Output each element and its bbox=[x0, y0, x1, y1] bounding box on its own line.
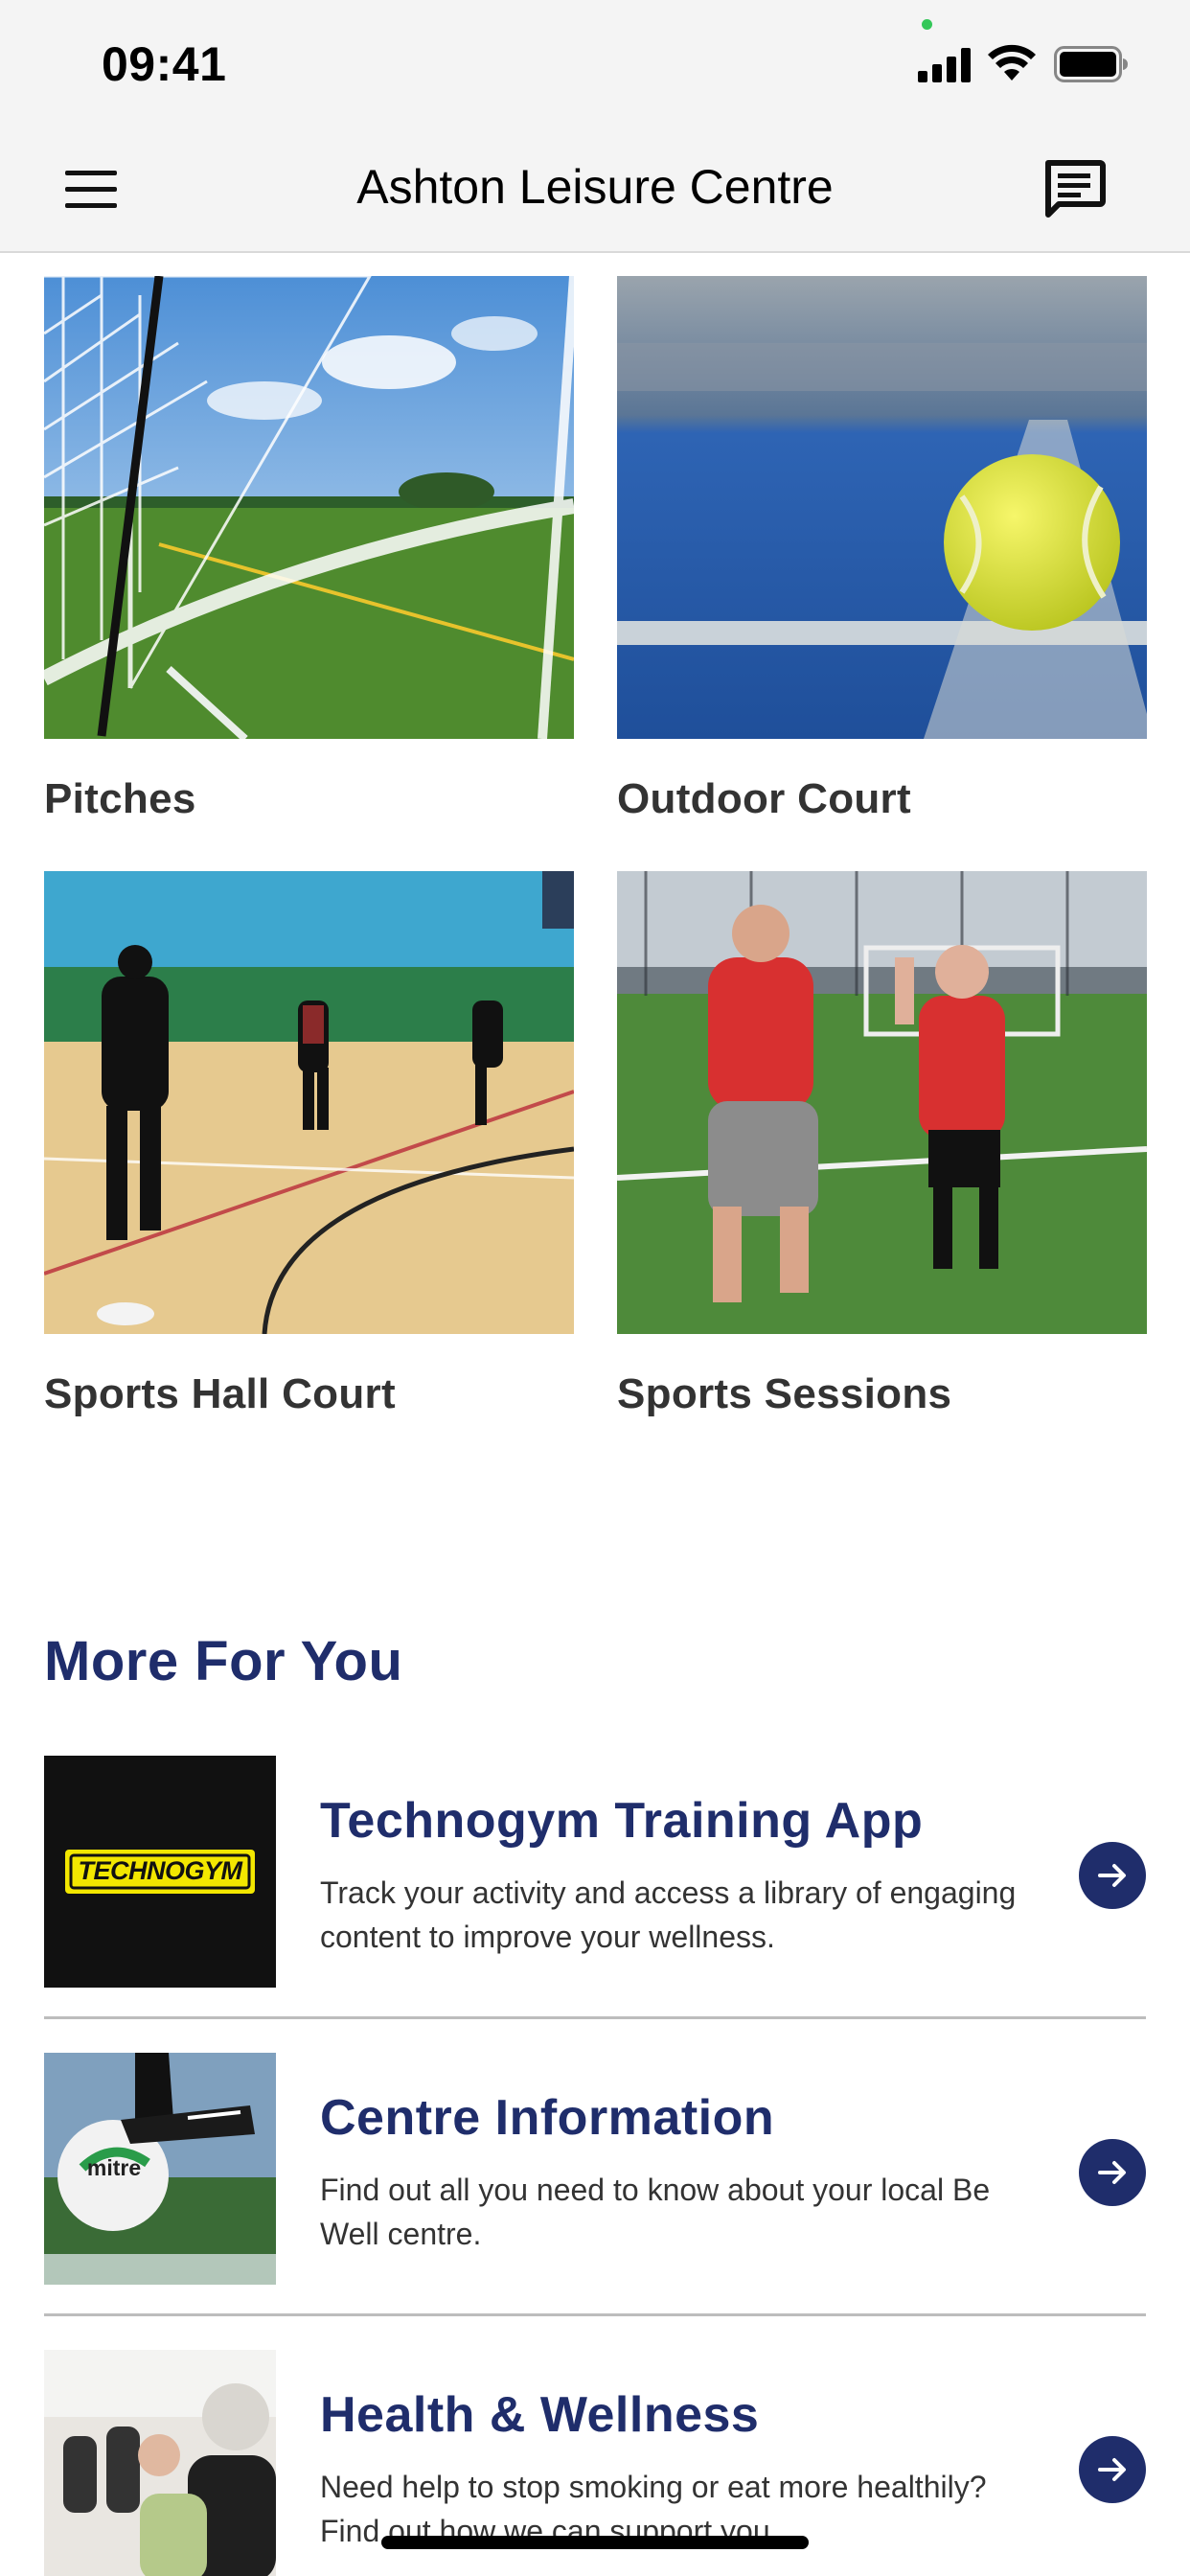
message-icon[interactable] bbox=[1042, 159, 1106, 218]
more-for-you-heading: More For You bbox=[44, 1630, 403, 1692]
list-item-title: Technogym Training App bbox=[320, 1793, 924, 1849]
page-title: Ashton Leisure Centre bbox=[356, 160, 834, 214]
tile-sports-sessions[interactable]: Sports Sessions bbox=[617, 871, 1147, 1418]
list-item-centre-information[interactable]: mitre Centre Information Find out all yo… bbox=[44, 2053, 1146, 2350]
sports-sessions-photo bbox=[617, 871, 1147, 1334]
arrow-right-icon[interactable] bbox=[1079, 2139, 1146, 2206]
outdoor-court-photo bbox=[617, 276, 1147, 739]
ball-brand-text: mitre bbox=[86, 2155, 142, 2180]
list-item-title: Centre Information bbox=[320, 2090, 775, 2146]
list-item-technogym[interactable]: TECHNOGYM Technogym Training App Track y… bbox=[44, 1756, 1146, 2053]
sports-hall-photo bbox=[44, 871, 574, 1334]
list-item-description: Find out all you need to know about your… bbox=[320, 2173, 991, 2251]
arrow-right-icon[interactable] bbox=[1079, 2436, 1146, 2503]
arrow-right-icon[interactable] bbox=[1079, 1842, 1146, 1909]
divider bbox=[44, 2016, 1146, 2019]
tile-label: Outdoor Court bbox=[617, 775, 911, 822]
tile-label: Sports Hall Court bbox=[44, 1370, 396, 1417]
technogym-logo-text: TECHNOGYM bbox=[78, 1856, 243, 1885]
technogym-logo: TECHNOGYM bbox=[44, 1756, 276, 1988]
tile-label: Sports Sessions bbox=[617, 1370, 952, 1417]
nav-bar: Ashton Leisure Centre bbox=[0, 126, 1190, 253]
list-item-description: Track your activity and access a library… bbox=[320, 1875, 1017, 1954]
cellular-signal-icon bbox=[918, 48, 971, 82]
tile-sports-hall-court[interactable]: Sports Hall Court bbox=[44, 871, 574, 1418]
tile-pitches[interactable]: Pitches bbox=[44, 276, 574, 823]
status-time: 09:41 bbox=[102, 37, 227, 91]
privacy-indicator-dot bbox=[922, 19, 932, 30]
wifi-icon bbox=[988, 44, 1036, 80]
list-item-title: Health & Wellness bbox=[320, 2387, 760, 2443]
tile-outdoor-court[interactable]: Outdoor Court bbox=[617, 276, 1147, 823]
divider bbox=[44, 2313, 1146, 2316]
tile-label: Pitches bbox=[44, 775, 196, 822]
status-bar: 09:41 bbox=[0, 0, 1190, 126]
home-indicator[interactable] bbox=[381, 2536, 809, 2549]
football-photo: mitre bbox=[44, 2053, 276, 2285]
wellness-class-photo bbox=[44, 2350, 276, 2576]
pitches-photo bbox=[44, 276, 574, 739]
battery-icon bbox=[1054, 46, 1128, 82]
